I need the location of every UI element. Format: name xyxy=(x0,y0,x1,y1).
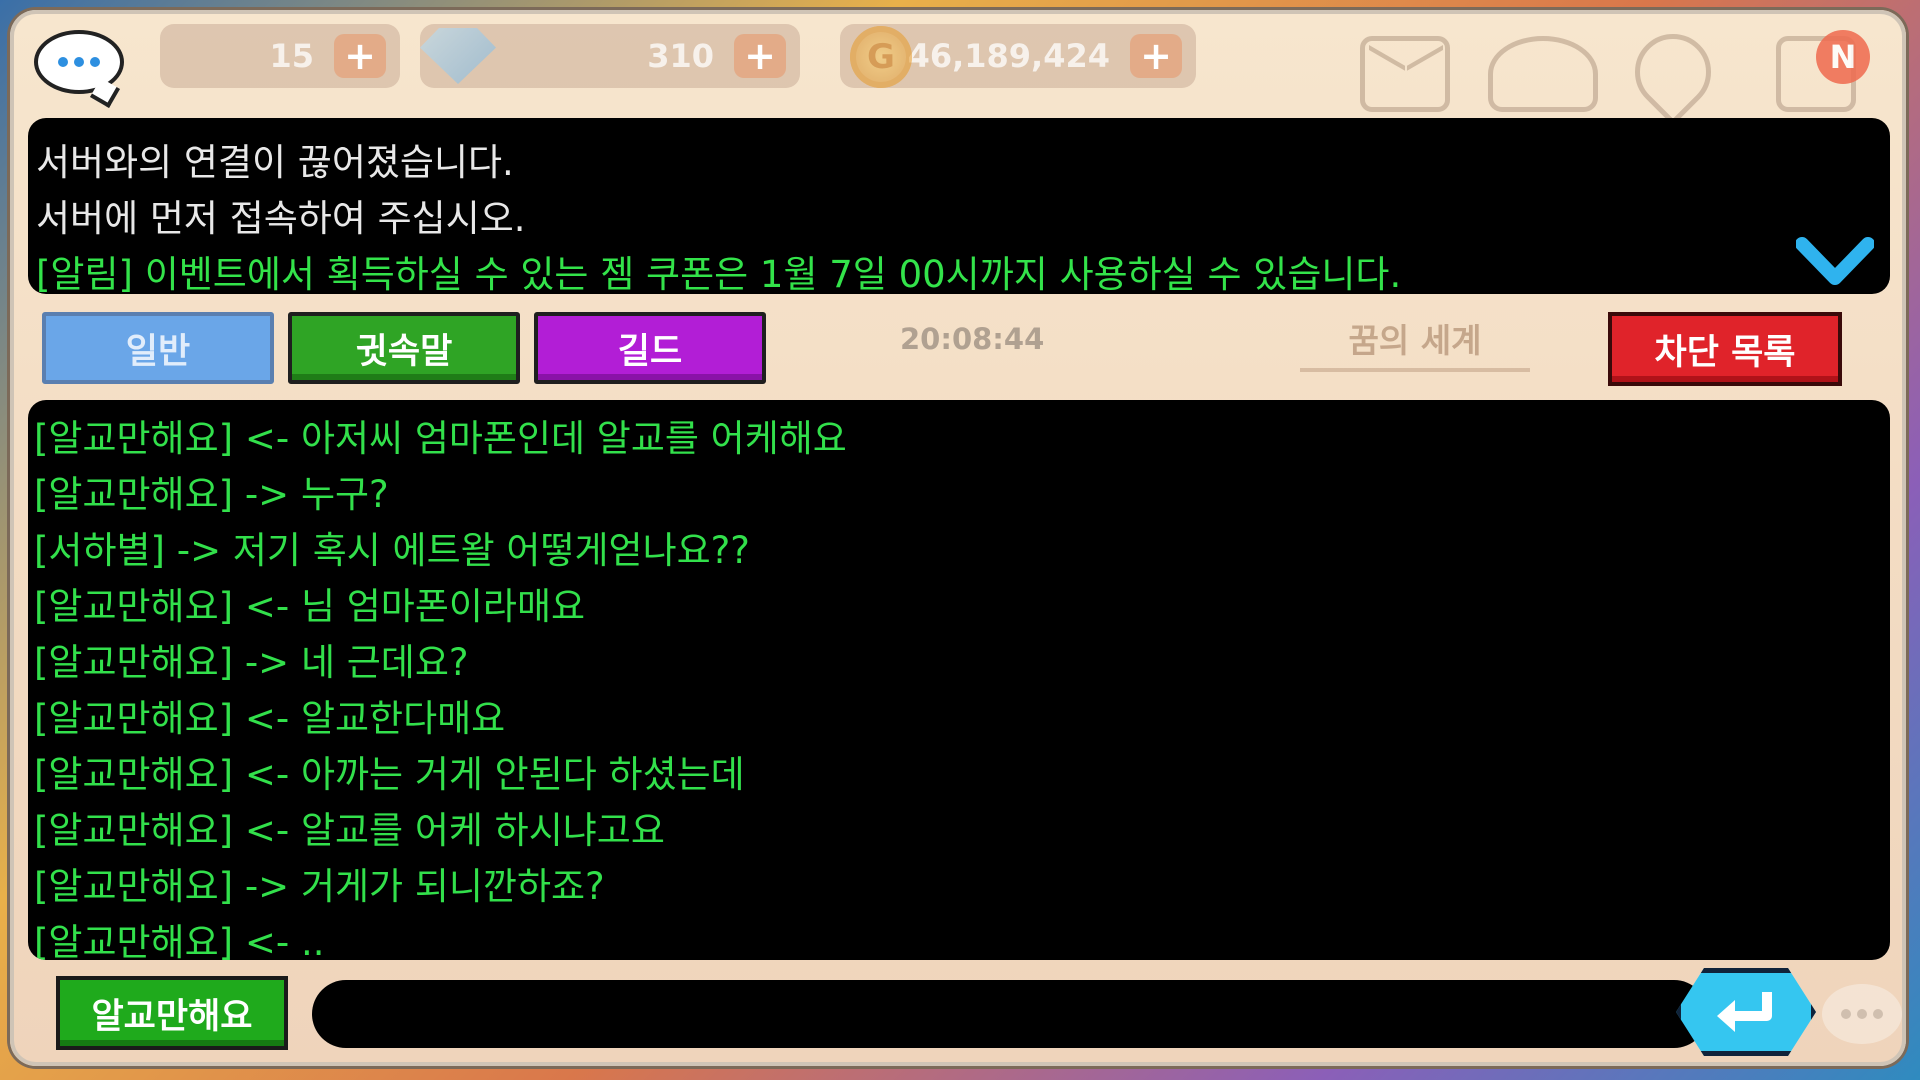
block-list-button[interactable]: 차단 목록 xyxy=(1608,312,1842,386)
cloud-icon[interactable] xyxy=(1488,36,1598,112)
system-message: 서버에 먼저 접속하여 주십시오. xyxy=(36,197,526,240)
enter-arrow-icon xyxy=(1717,992,1772,1032)
chat-line: [알교만해요] <- 아저씨 엄마폰인데 알교를 어케해요 xyxy=(34,417,847,460)
chat-line: [서하별] -> 저기 혹시 에트왈 어떻게얻나요?? xyxy=(34,529,750,572)
clock: 20:08:44 xyxy=(900,322,1045,356)
world-label: 꿈의 세계 xyxy=(1300,314,1530,372)
message-input[interactable] xyxy=(312,980,1708,1048)
chat-bubble-icon[interactable] xyxy=(34,30,124,94)
chat-line: [알교만해요] -> 누구? xyxy=(34,473,389,516)
chat-line: [알교만해요] <- 알교를 어케 하시냐고요 xyxy=(34,809,665,852)
chat-line: [알교만해요] <- .. xyxy=(34,921,325,960)
tab-guild[interactable]: 길드 xyxy=(534,312,766,384)
system-message-panel: 서버와의 연결이 끊어졌습니다. 서버에 먼저 접속하여 주십시오. [알림] … xyxy=(28,118,1890,296)
chat-log[interactable]: [알교만해요] <- 아저씨 엄마폰인데 알교를 어케해요 [알교만해요] ->… xyxy=(28,400,1890,960)
tab-whisper[interactable]: 귓속말 xyxy=(288,312,520,384)
gem-plus-button[interactable]: + xyxy=(734,34,786,78)
whisper-target-button[interactable]: 알교만해요 xyxy=(56,976,288,1050)
location-pin-icon[interactable] xyxy=(1619,18,1727,126)
chat-line: [알교만해요] <- 아까는 거게 안된다 하셨는데 xyxy=(34,753,745,796)
notice-message: [알림] 이벤트에서 획득하실 수 있는 젬 쿠폰은 1월 7일 00시까지 사… xyxy=(36,253,1402,296)
chat-line: [알교만해요] <- 알교한다매요 xyxy=(34,697,506,740)
chat-line: [알교만해요] <- 님 엄마폰이라매요 xyxy=(34,585,586,628)
more-options-icon[interactable] xyxy=(1822,984,1902,1044)
energy-counter: 15 + xyxy=(160,24,400,88)
news-badge: N xyxy=(1816,30,1870,84)
gold-value: 46,189,424 xyxy=(907,37,1110,75)
chat-line: [알교만해요] -> 네 근데요? xyxy=(34,641,469,684)
energy-plus-button[interactable]: + xyxy=(334,34,386,78)
send-button[interactable] xyxy=(1676,968,1816,1056)
gold-coin-icon: G xyxy=(850,26,912,88)
resource-bar: 15 + 310 + 46,189,424 + G N xyxy=(0,0,1920,126)
chat-line: [알교만해요] -> 거게가 되니깐하죠? xyxy=(34,865,605,908)
mail-icon[interactable] xyxy=(1360,36,1450,112)
gold-plus-button[interactable]: + xyxy=(1130,34,1182,78)
chevron-down-icon[interactable] xyxy=(1796,232,1874,292)
energy-value: 15 xyxy=(269,37,314,75)
system-message: 서버와의 연결이 끊어졌습니다. xyxy=(36,141,514,184)
tab-general[interactable]: 일반 xyxy=(42,312,274,384)
gem-value: 310 xyxy=(647,37,714,75)
